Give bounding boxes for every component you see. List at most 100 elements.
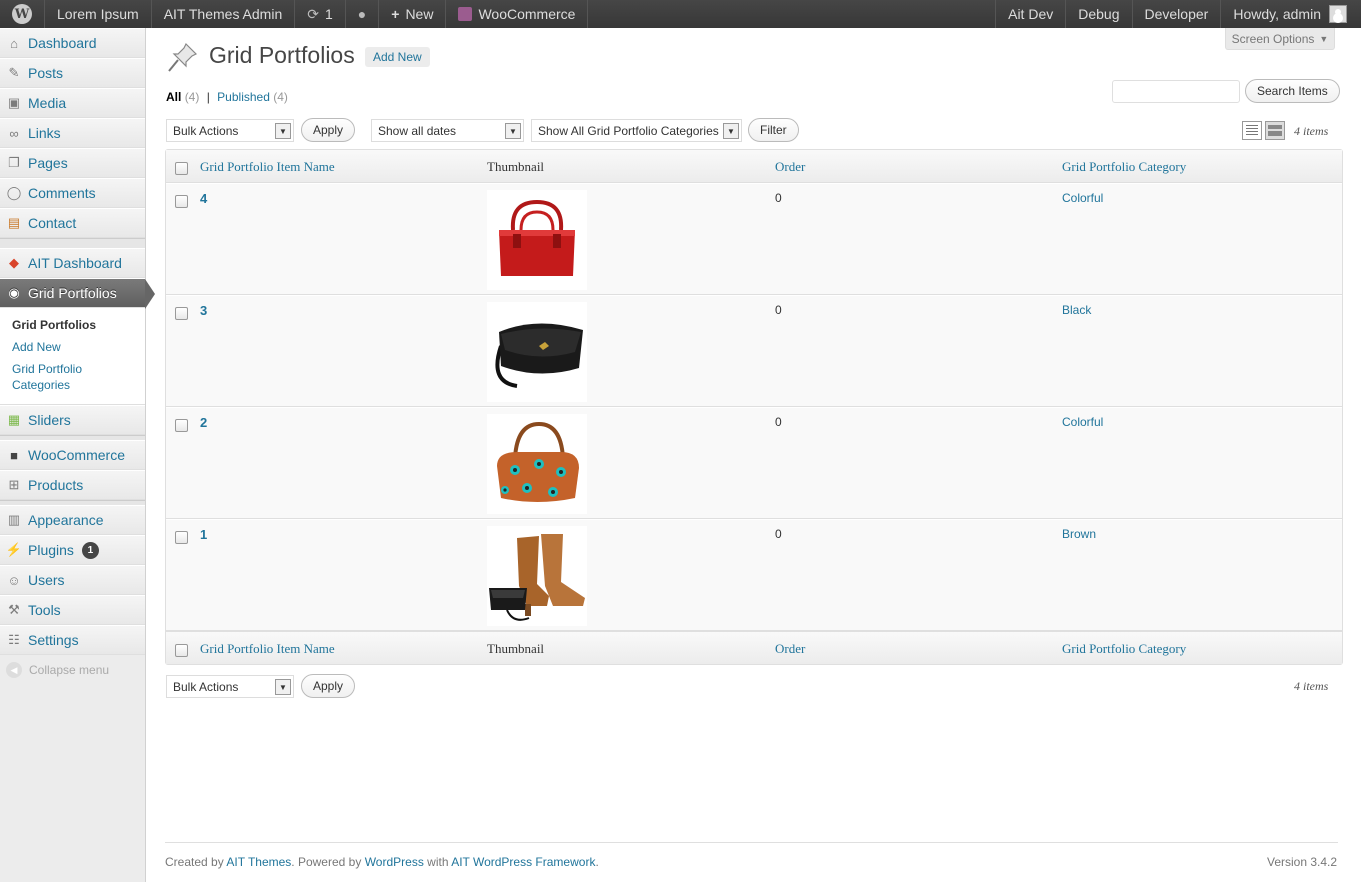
row-checkbox[interactable] xyxy=(175,195,188,208)
item-name-link[interactable]: 3 xyxy=(200,303,207,318)
sidebar-item-links[interactable]: ∞ Links xyxy=(0,118,145,148)
developer-menu[interactable]: Developer xyxy=(1131,0,1221,28)
black-bag-thumbnail[interactable] xyxy=(487,302,587,402)
sidebar-item-label: AIT Dashboard xyxy=(28,255,122,271)
filter-published-link[interactable]: Published xyxy=(217,90,270,104)
admin-link[interactable]: AIT Themes Admin xyxy=(152,0,296,28)
my-account-menu[interactable]: Howdy, admin xyxy=(1220,0,1361,28)
sidebar-item-users[interactable]: ☺ Users xyxy=(0,565,145,595)
add-new-button[interactable]: Add New xyxy=(365,47,430,67)
new-content-menu[interactable]: + New xyxy=(379,0,447,28)
sidebar-item-appearance[interactable]: ▥ Appearance xyxy=(0,505,145,535)
items-count-bottom: 4 items xyxy=(1294,679,1329,693)
apply-button-top[interactable]: Apply xyxy=(301,118,356,142)
red-handbag-thumbnail[interactable] xyxy=(487,190,587,290)
sidebar-item-woocommerce[interactable]: ■ WooCommerce xyxy=(0,440,145,470)
search-items-button[interactable]: Search Items xyxy=(1245,79,1340,103)
row-checkbox[interactable] xyxy=(175,307,188,320)
woocommerce-label: WooCommerce xyxy=(478,6,576,22)
date-filter-select[interactable]: Show all dates ▼ xyxy=(371,119,524,142)
list-view-icon[interactable] xyxy=(1242,121,1262,140)
collapse-arrow-icon: ◀ xyxy=(6,662,22,678)
updates-count: 1 xyxy=(324,6,333,22)
sidebar-item-sliders[interactable]: ▦ Sliders xyxy=(0,405,145,435)
sidebar-item-contact[interactable]: ▤ Contact xyxy=(0,208,145,238)
column-category-footer[interactable]: Grid Portfolio Category xyxy=(1062,641,1186,657)
comments-link[interactable]: ● xyxy=(346,0,380,28)
bulk-actions-select-top[interactable]: Bulk Actions ▼ xyxy=(166,119,294,142)
sidebar-item-plugins[interactable]: ⚡ Plugins 1 xyxy=(0,535,145,565)
footer-created-by: Created by xyxy=(165,855,224,869)
media-icon: ▣ xyxy=(7,95,21,110)
tools-icon: ⚒ xyxy=(8,602,20,617)
item-order: 0 xyxy=(775,527,782,541)
brown-boots-thumbnail[interactable] xyxy=(487,526,587,626)
column-name-header[interactable]: Grid Portfolio Item Name xyxy=(200,159,335,175)
sidebar-item-label: Appearance xyxy=(28,512,104,528)
table-footer: Grid Portfolio Item Name Thumbnail Order… xyxy=(166,631,1342,664)
sidebar-item-label: Dashboard xyxy=(28,35,97,51)
collapse-menu-button[interactable]: ◀ Collapse menu xyxy=(0,655,145,685)
item-name-link[interactable]: 2 xyxy=(200,415,207,430)
table-row: 1 0 Brown xyxy=(166,519,1342,631)
item-category-link[interactable]: Colorful xyxy=(1062,415,1103,429)
sidebar-item-posts[interactable]: ✎ Posts xyxy=(0,58,145,88)
item-name-link[interactable]: 1 xyxy=(200,527,207,542)
sidebar-item-label: Media xyxy=(28,95,67,111)
ait-themes-link[interactable]: AIT Themes xyxy=(226,855,291,869)
submenu-grid-portfolios[interactable]: Grid Portfolios xyxy=(0,314,145,336)
sidebar-item-label: Contact xyxy=(28,215,77,231)
sidebar-item-label: Comments xyxy=(28,185,96,201)
search-input[interactable] xyxy=(1112,80,1240,103)
framework-link[interactable]: AIT WordPress Framework xyxy=(451,855,595,869)
sidebar-item-pages[interactable]: ❐ Pages xyxy=(0,148,145,178)
new-label: New xyxy=(405,6,434,22)
select-all-checkbox[interactable] xyxy=(175,162,188,175)
sidebar-item-ait-dashboard[interactable]: ◆ AIT Dashboard xyxy=(0,248,145,278)
submenu-add-new[interactable]: Add New xyxy=(0,336,145,358)
status-filters: All (4) | Published (4) xyxy=(166,90,288,104)
sidebar-item-grid-portfolios[interactable]: ◉ Grid Portfolios xyxy=(0,278,155,309)
sidebar-item-products[interactable]: ⊞ Products xyxy=(0,470,145,500)
site-name-link[interactable]: Lorem Ipsum xyxy=(45,0,152,28)
wp-logo-menu[interactable]: W xyxy=(0,0,45,28)
item-category-link[interactable]: Colorful xyxy=(1062,191,1103,205)
select-all-checkbox-bottom[interactable] xyxy=(175,644,188,657)
apply-button-bottom[interactable]: Apply xyxy=(301,674,356,698)
filter-button[interactable]: Filter xyxy=(748,118,799,142)
column-category-header[interactable]: Grid Portfolio Category xyxy=(1062,159,1186,175)
updates-link[interactable]: ⟳ 1 xyxy=(295,0,346,28)
screen-options-toggle[interactable]: Screen Options ▼ xyxy=(1225,28,1335,50)
column-order-header[interactable]: Order xyxy=(775,159,805,175)
grid-portfolios-submenu: Grid Portfolios Add New Grid Portfolio C… xyxy=(0,308,145,405)
woocommerce-link[interactable]: WooCommerce xyxy=(446,0,589,28)
portfolio-icon: ◉ xyxy=(8,285,20,300)
category-filter-select[interactable]: Show All Grid Portfolio Categories ▼ xyxy=(531,119,742,142)
bulk-actions-select-bottom[interactable]: Bulk Actions ▼ xyxy=(166,675,294,698)
item-category-link[interactable]: Black xyxy=(1062,303,1091,317)
collapse-label: Collapse menu xyxy=(29,663,110,677)
item-category-link[interactable]: Brown xyxy=(1062,527,1096,541)
filter-all-link[interactable]: All xyxy=(166,90,181,104)
sidebar-item-tools[interactable]: ⚒ Tools xyxy=(0,595,145,625)
sidebar-item-label: Posts xyxy=(28,65,64,81)
row-checkbox[interactable] xyxy=(175,531,188,544)
column-order-footer[interactable]: Order xyxy=(775,641,805,657)
item-name-link[interactable]: 4 xyxy=(200,191,207,206)
sidebar-item-settings[interactable]: ☷ Settings xyxy=(0,625,145,655)
column-name-footer[interactable]: Grid Portfolio Item Name xyxy=(200,641,335,657)
sidebar-item-comments[interactable]: ◯ Comments xyxy=(0,178,145,208)
table-header: Grid Portfolio Item Name Thumbnail Order… xyxy=(166,150,1342,183)
sidebar-item-media[interactable]: ▣ Media xyxy=(0,88,145,118)
row-checkbox[interactable] xyxy=(175,419,188,432)
excerpt-view-icon[interactable] xyxy=(1265,121,1285,140)
dotted-bag-thumbnail[interactable] xyxy=(487,414,587,514)
sidebar-item-label: Plugins xyxy=(28,542,74,558)
ait-dev-menu[interactable]: Ait Dev xyxy=(995,0,1065,28)
sidebar-item-dashboard[interactable]: ⌂ Dashboard xyxy=(0,28,145,58)
wordpress-link[interactable]: WordPress xyxy=(365,855,424,869)
footer-with: with xyxy=(427,855,449,869)
debug-menu[interactable]: Debug xyxy=(1065,0,1131,28)
footer-divider xyxy=(165,842,1338,843)
submenu-grid-portfolio-categories[interactable]: Grid Portfolio Categories xyxy=(0,358,100,396)
